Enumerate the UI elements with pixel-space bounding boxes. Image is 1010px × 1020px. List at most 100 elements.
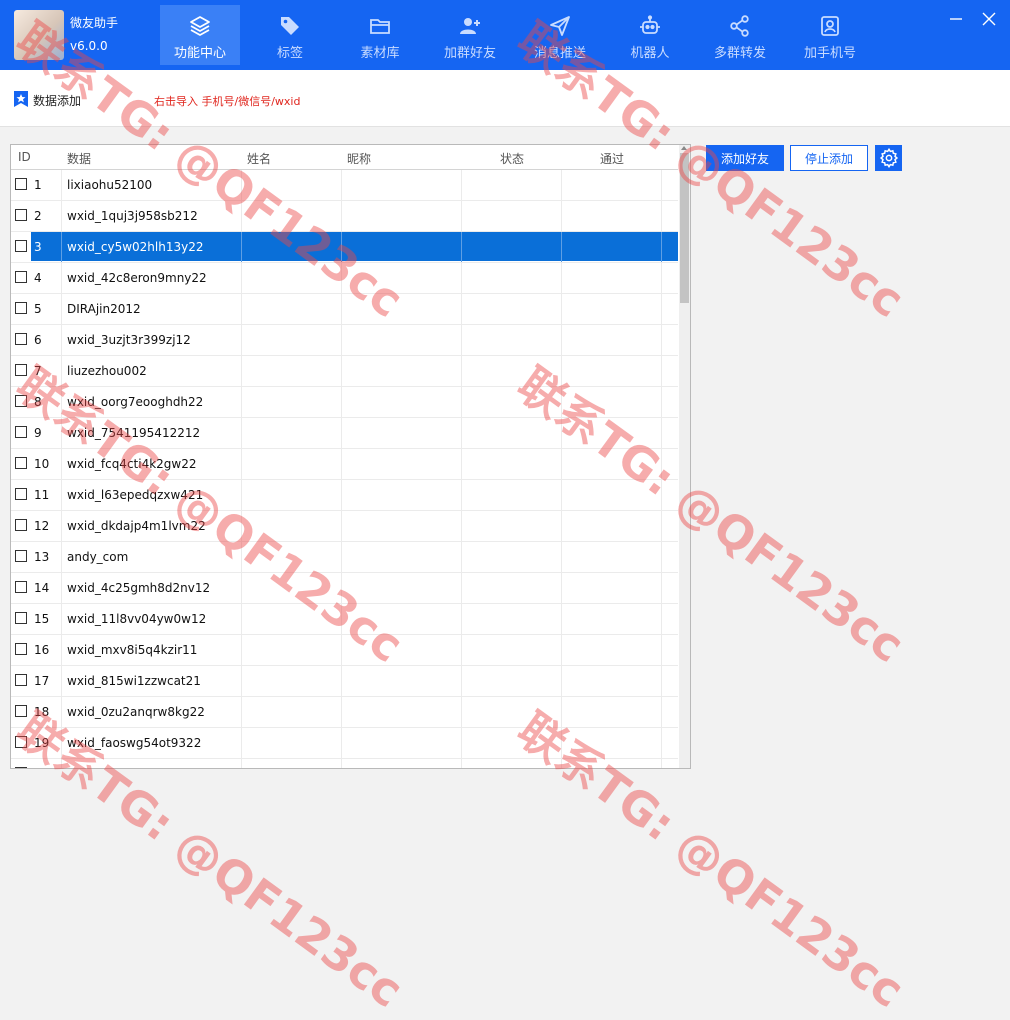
column-header-id[interactable]: ID xyxy=(18,150,31,164)
nav-function-center[interactable]: 功能中心 xyxy=(160,5,240,65)
table-row[interactable]: 14 wxid_4c25gmh8d2nv12 xyxy=(11,573,678,604)
row-id: 20 xyxy=(34,767,49,768)
column-header-nickname[interactable]: 昵称 xyxy=(347,150,371,167)
row-checkbox[interactable] xyxy=(15,643,27,655)
layers-icon xyxy=(190,16,210,36)
table-row[interactable]: 8 wxid_oorg7eooghdh22 xyxy=(11,387,678,418)
column-divider xyxy=(461,418,462,448)
table-row[interactable]: 18 wxid_0zu2anqrw8kg22 xyxy=(11,697,678,728)
row-checkbox[interactable] xyxy=(15,705,27,717)
nav-robot[interactable]: 机器人 xyxy=(610,5,690,65)
column-divider xyxy=(561,573,562,603)
column-divider xyxy=(661,511,662,541)
table-row[interactable]: 5 DIRAjin2012 xyxy=(11,294,678,325)
vertical-scrollbar[interactable] xyxy=(679,145,690,768)
row-checkbox[interactable] xyxy=(15,457,27,469)
column-header-name[interactable]: 姓名 xyxy=(247,150,271,167)
row-id: 8 xyxy=(34,395,42,409)
column-divider xyxy=(341,449,342,479)
row-checkbox[interactable] xyxy=(15,209,27,221)
row-checkbox[interactable] xyxy=(15,612,27,624)
column-header-passed[interactable]: 通过 xyxy=(600,150,624,167)
table-row[interactable]: 17 wxid_815wi1zzwcat21 xyxy=(11,666,678,697)
nav-tags[interactable]: 标签 xyxy=(250,5,330,65)
nav-label: 标签 xyxy=(276,46,303,61)
column-divider xyxy=(661,418,662,448)
column-divider xyxy=(241,666,242,696)
column-divider xyxy=(561,697,562,727)
column-divider xyxy=(341,511,342,541)
column-divider xyxy=(341,666,342,696)
column-divider xyxy=(661,666,662,696)
column-divider xyxy=(661,449,662,479)
row-checkbox[interactable] xyxy=(15,364,27,376)
nav-add-group-friends[interactable]: 加群好友 xyxy=(430,5,510,65)
row-checkbox[interactable] xyxy=(15,736,27,748)
row-checkbox[interactable] xyxy=(15,271,27,283)
row-checkbox[interactable] xyxy=(15,395,27,407)
nav-add-phone[interactable]: 加手机号 xyxy=(790,5,870,65)
table-row[interactable]: 2 wxid_1quj3j958sb212 xyxy=(11,201,678,232)
column-divider xyxy=(461,387,462,417)
column-divider xyxy=(241,604,242,634)
table-row[interactable]: 16 wxid_mxv8i5q4kzir11 xyxy=(11,635,678,666)
row-checkbox[interactable] xyxy=(15,767,27,768)
row-checkbox[interactable] xyxy=(15,426,27,438)
column-divider xyxy=(661,480,662,510)
table-row[interactable]: 12 wxid_dkdajp4m1lvm22 xyxy=(11,511,678,542)
table-row[interactable]: 4 wxid_42c8eron9mny22 xyxy=(11,263,678,294)
row-checkbox[interactable] xyxy=(15,302,27,314)
column-divider xyxy=(341,728,342,758)
add-friend-button[interactable]: 添加好友 xyxy=(706,145,784,171)
column-divider xyxy=(61,666,62,696)
table-row[interactable]: 20 wxid_6xzvvwfvat6912 xyxy=(11,759,678,768)
column-header-status[interactable]: 状态 xyxy=(500,150,524,167)
row-checkbox[interactable] xyxy=(15,519,27,531)
column-divider xyxy=(461,666,462,696)
nav-label: 功能中心 xyxy=(173,46,226,61)
close-icon[interactable] xyxy=(980,10,998,28)
stop-add-button[interactable]: 停止添加 xyxy=(790,145,868,171)
table-row[interactable]: 9 wxid_7541195412212 xyxy=(11,418,678,449)
column-divider xyxy=(661,201,662,231)
column-divider xyxy=(241,387,242,417)
row-checkbox[interactable] xyxy=(15,488,27,500)
table-row[interactable]: 6 wxid_3uzjt3r399zj12 xyxy=(11,325,678,356)
table-row[interactable]: 19 wxid_faoswg54ot9322 xyxy=(11,728,678,759)
nav-multi-group-forward[interactable]: 多群转发 xyxy=(700,5,780,65)
row-checkbox[interactable] xyxy=(15,674,27,686)
row-checkbox[interactable] xyxy=(15,581,27,593)
row-data: liuzezhou002 xyxy=(67,364,147,378)
table-row[interactable]: 11 wxid_l63epedqzxw421 xyxy=(11,480,678,511)
table-row[interactable]: 7 liuzezhou002 xyxy=(11,356,678,387)
row-checkbox[interactable] xyxy=(15,178,27,190)
row-checkbox[interactable] xyxy=(15,550,27,562)
nav-material-library[interactable]: 素材库 xyxy=(340,5,420,65)
column-divider xyxy=(61,728,62,758)
data-table[interactable]: ID 数据 姓名 昵称 状态 通过 1 lixiaohu52100 2 wxid_1q… xyxy=(10,144,691,769)
column-divider xyxy=(61,635,62,665)
row-id: 15 xyxy=(34,612,50,626)
column-divider xyxy=(461,263,462,293)
row-checkbox[interactable] xyxy=(15,333,27,345)
column-divider xyxy=(661,232,662,262)
row-id: 7 xyxy=(34,364,42,378)
nav-label: 多群转发 xyxy=(713,46,766,61)
column-divider xyxy=(661,263,662,293)
column-header-data[interactable]: 数据 xyxy=(67,150,91,167)
settings-button[interactable] xyxy=(875,145,902,171)
column-divider xyxy=(661,294,662,324)
table-row[interactable]: 3 wxid_cy5w02hlh13y22 xyxy=(11,232,678,263)
data-add-bar: 数据添加 右击导入 手机号/微信号/wxid xyxy=(0,70,1010,127)
table-row[interactable]: 10 wxid_fcq4cti4k2gw22 xyxy=(11,449,678,480)
column-divider xyxy=(461,542,462,572)
scroll-up-arrow[interactable] xyxy=(681,146,687,150)
table-row[interactable]: 13 andy_com xyxy=(11,542,678,573)
table-row[interactable]: 15 wxid_11l8vv04yw0w12 xyxy=(11,604,678,635)
minimize-icon[interactable] xyxy=(947,10,965,28)
table-row[interactable]: 1 lixiaohu52100 xyxy=(11,170,678,201)
nav-message-push[interactable]: 消息推送 xyxy=(520,5,600,65)
row-checkbox[interactable] xyxy=(15,240,27,252)
scrollbar-thumb[interactable] xyxy=(680,153,689,303)
column-divider xyxy=(341,263,342,293)
